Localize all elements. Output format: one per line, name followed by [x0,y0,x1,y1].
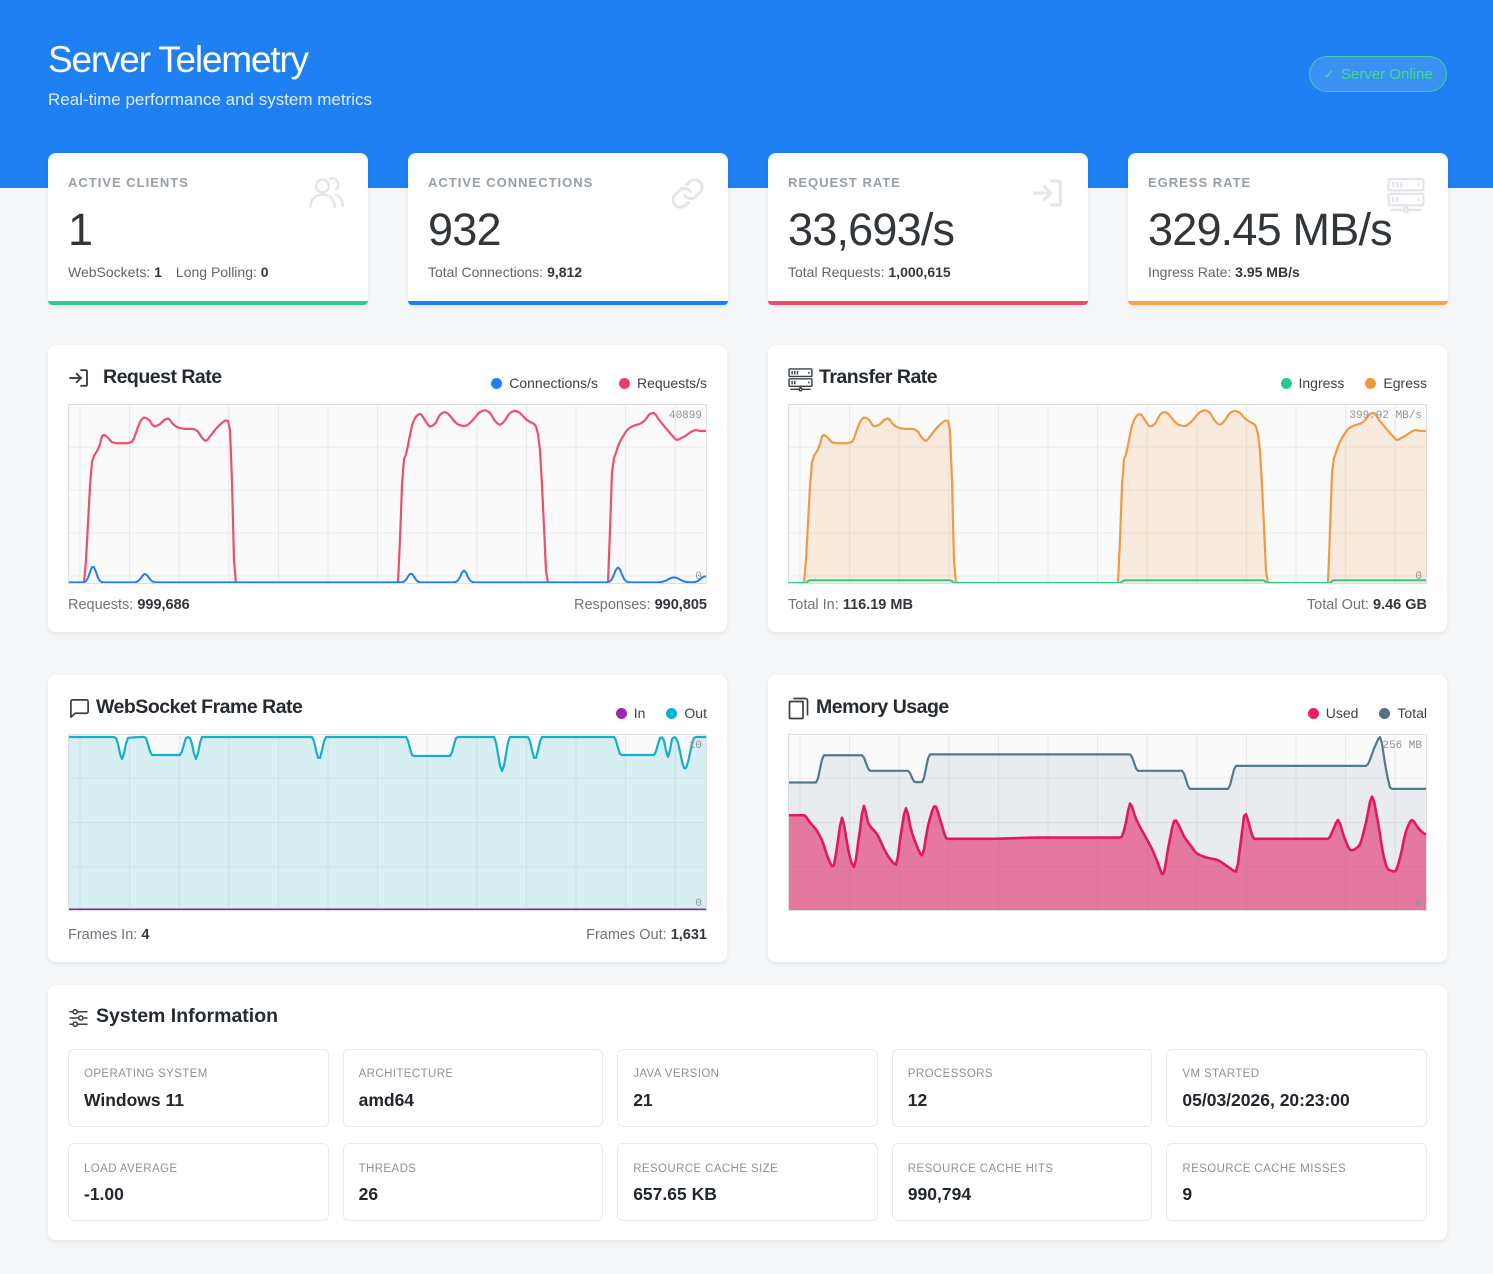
svg-text:399.92 MB/s: 399.92 MB/s [1349,410,1422,422]
svg-text:40899: 40899 [669,410,702,422]
svg-text:0: 0 [695,898,702,910]
svg-text:256 MB: 256 MB [1382,740,1422,752]
svg-text:0: 0 [1415,571,1422,583]
svg-text:10: 10 [689,740,702,752]
svg-text:0: 0 [1415,898,1422,910]
svg-text:0: 0 [695,571,702,583]
